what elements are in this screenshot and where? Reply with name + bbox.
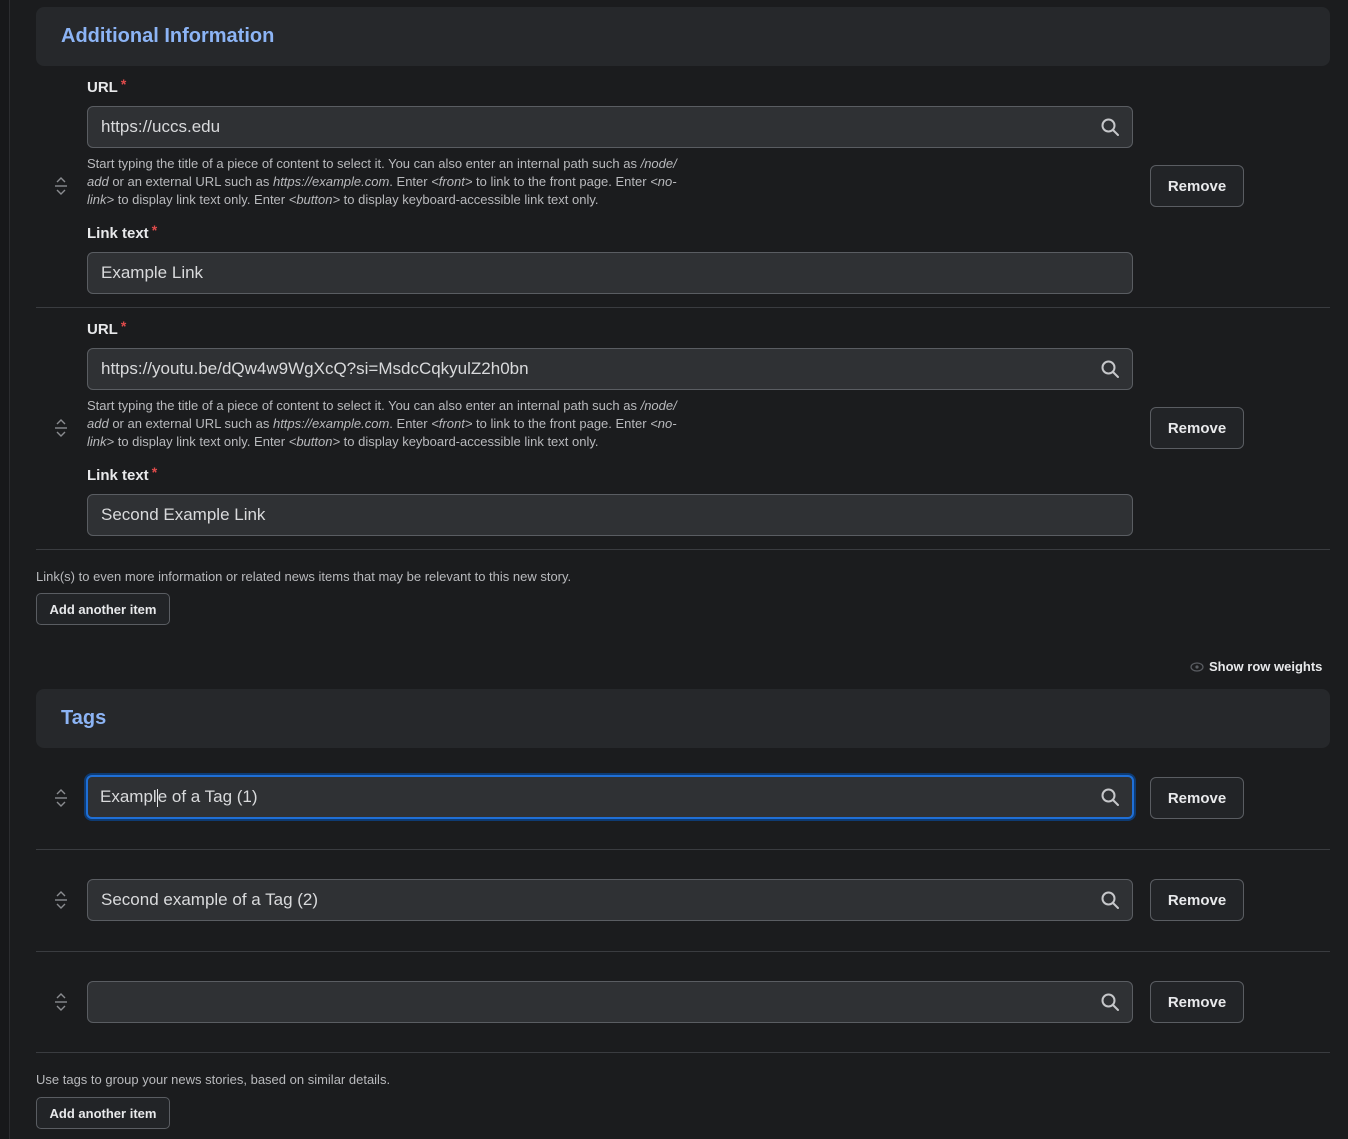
link-text-label-text: Link text xyxy=(87,467,149,484)
drag-handle-icon[interactable] xyxy=(53,176,69,196)
required-marker: * xyxy=(151,464,158,480)
url-input-1[interactable]: https://uccs.edu xyxy=(87,106,1133,148)
additional-info-description: Link(s) to even more information or rela… xyxy=(36,569,572,584)
remove-button[interactable]: Remove xyxy=(1150,981,1244,1023)
remove-button[interactable]: Remove xyxy=(1150,879,1244,921)
divider xyxy=(36,849,1330,850)
tag-input-value: Example of a Tag (1) xyxy=(100,787,258,807)
drag-handle-icon[interactable] xyxy=(53,992,69,1012)
url-label-1: URL * xyxy=(87,76,127,96)
eye-icon xyxy=(1190,661,1204,672)
url-input-value: https://youtu.be/dQw4w9WgXcQ?si=MsdcCqky… xyxy=(101,359,529,378)
add-another-item-button[interactable]: Add another item xyxy=(36,593,170,625)
url-help-text-1: Start typing the title of a piece of con… xyxy=(87,156,677,207)
divider xyxy=(36,1052,1330,1053)
url-input-2[interactable]: https://youtu.be/dQw4w9WgXcQ?si=MsdcCqky… xyxy=(87,348,1133,390)
divider xyxy=(36,951,1330,952)
remove-button[interactable]: Remove xyxy=(1150,407,1244,449)
search-icon xyxy=(1101,788,1119,806)
drag-handle-icon[interactable] xyxy=(53,890,69,910)
remove-button[interactable]: Remove xyxy=(1150,165,1244,207)
url-label-text: URL xyxy=(87,321,118,338)
required-marker: * xyxy=(151,222,158,238)
tag-input-value: Second example of a Tag (2) xyxy=(101,890,319,909)
link-text-input-value: Second Example Link xyxy=(101,505,266,524)
required-marker: * xyxy=(120,76,127,92)
link-text-label-1: Link text * xyxy=(87,222,158,242)
url-label-text: URL xyxy=(87,79,118,96)
search-icon xyxy=(1101,891,1119,909)
divider xyxy=(36,549,1330,550)
show-row-weights-label: Show row weights xyxy=(1209,659,1323,674)
tags-description: Use tags to group your news stories, bas… xyxy=(36,1072,391,1087)
url-help-text-2: Start typing the title of a piece of con… xyxy=(87,398,677,449)
show-row-weights-toggle[interactable]: Show row weights xyxy=(1190,659,1322,674)
left-sidebar-edge xyxy=(0,0,10,1139)
drag-handle-icon[interactable] xyxy=(53,418,69,438)
remove-button[interactable]: Remove xyxy=(1150,777,1244,819)
tag-input-3[interactable] xyxy=(87,981,1133,1023)
link-text-input-1[interactable]: Example Link xyxy=(87,252,1133,294)
search-icon xyxy=(1101,118,1119,136)
link-text-label-text: Link text xyxy=(87,225,149,242)
link-text-input-value: Example Link xyxy=(101,263,204,282)
section-title-tags: Tags xyxy=(61,707,107,729)
divider xyxy=(36,307,1330,308)
link-text-input-2[interactable]: Second Example Link xyxy=(87,494,1133,536)
tags-header: Tags xyxy=(36,689,1330,748)
link-text-label-2: Link text * xyxy=(87,464,158,484)
additional-information-header: Additional Information xyxy=(36,7,1330,66)
required-marker: * xyxy=(120,318,127,334)
url-label-2: URL * xyxy=(87,318,127,338)
tag-input-1[interactable]: Example of a Tag (1) xyxy=(86,775,1134,819)
search-icon xyxy=(1101,993,1119,1011)
url-input-value: https://uccs.edu xyxy=(101,117,221,136)
section-title-additional-information: Additional Information xyxy=(61,25,275,47)
add-another-item-button[interactable]: Add another item xyxy=(36,1097,170,1129)
tag-input-2[interactable]: Second example of a Tag (2) xyxy=(87,879,1133,921)
search-icon xyxy=(1101,360,1119,378)
drag-handle-icon[interactable] xyxy=(53,788,69,808)
